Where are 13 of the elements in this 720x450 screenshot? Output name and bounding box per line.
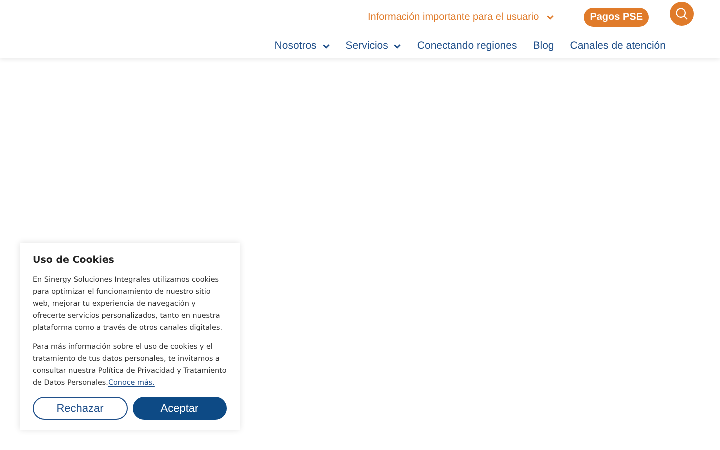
cookie-title: Uso de Cookies [33,255,116,266]
nav-link[interactable]: Conectando regiones [417,40,518,52]
nav-link[interactable]: Canales de atención [570,40,666,52]
chevron-down-icon [394,44,402,48]
nav-link[interactable]: Nosotros [274,40,330,52]
nav-link[interactable]: Blog [533,40,554,52]
accept-button[interactable]: Aceptar [132,397,227,420]
search-icon [675,7,689,21]
chevron-down-icon [547,14,554,20]
chevron-down-icon [322,44,330,48]
reject-button[interactable]: Rechazar [33,397,128,420]
nav-link[interactable]: Servicios [346,40,402,52]
search-button[interactable] [670,2,694,26]
